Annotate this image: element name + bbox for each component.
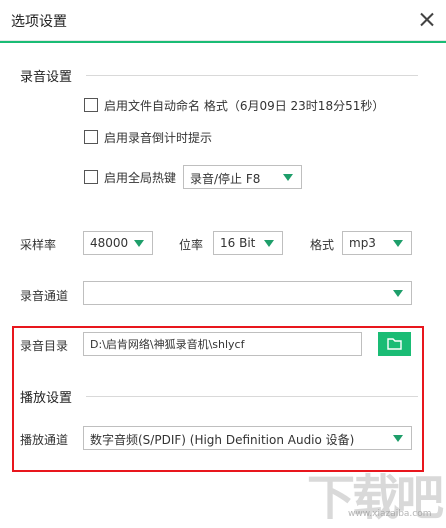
format-label: 格式 — [310, 238, 335, 252]
chevron-down-icon — [264, 240, 274, 247]
hotkey-checkbox[interactable] — [84, 170, 98, 184]
playback-channel-value: 数字音频(S/PDIF) (High Definition Audio 设备) — [90, 433, 355, 447]
record-channel-label: 录音通道 — [20, 289, 69, 303]
auto-name-label: 启用文件自动命名 格式（6月09日 23时18分51秒） — [104, 99, 385, 113]
section-title-playback: 播放设置 — [20, 391, 73, 406]
playback-channel-select[interactable]: 数字音频(S/PDIF) (High Definition Audio 设备) — [83, 426, 412, 450]
folder-icon — [387, 338, 402, 350]
chevron-down-icon — [393, 435, 403, 442]
window-title: 选项设置 — [11, 14, 67, 30]
bitrate-label: 位率 — [179, 238, 204, 252]
section-divider — [86, 396, 418, 397]
hotkey-select[interactable]: 录音/停止 F8 — [183, 165, 302, 189]
chevron-down-icon — [134, 240, 144, 247]
bitrate-value: 16 Bit — [220, 236, 256, 250]
sample-rate-label: 采样率 — [20, 238, 57, 252]
chevron-down-icon — [393, 290, 403, 297]
record-dir-input[interactable] — [83, 332, 362, 356]
format-select[interactable]: mp3 — [342, 231, 412, 255]
format-value: mp3 — [349, 236, 376, 250]
hotkey-label: 启用全局热键 — [104, 171, 177, 185]
sample-rate-value: 48000 — [90, 236, 129, 250]
close-icon[interactable] — [416, 9, 438, 31]
countdown-label: 启用录音倒计时提示 — [104, 131, 213, 145]
record-channel-select[interactable] — [83, 281, 412, 305]
title-bar: 选项设置 — [0, 0, 446, 41]
bitrate-select[interactable]: 16 Bit — [213, 231, 283, 255]
section-title-recording: 录音设置 — [20, 70, 73, 85]
section-divider — [86, 75, 418, 76]
browse-folder-button[interactable] — [378, 332, 411, 356]
chevron-down-icon — [283, 174, 293, 181]
watermark-url: www.xiazaiba.com — [348, 509, 432, 519]
auto-name-checkbox[interactable] — [84, 98, 98, 112]
sample-rate-select[interactable]: 48000 — [83, 231, 153, 255]
hotkey-value: 录音/停止 F8 — [190, 172, 261, 186]
chevron-down-icon — [393, 240, 403, 247]
accent-line — [0, 41, 446, 43]
playback-channel-label: 播放通道 — [20, 433, 69, 447]
record-dir-label: 录音目录 — [20, 339, 69, 353]
countdown-checkbox[interactable] — [84, 130, 98, 144]
